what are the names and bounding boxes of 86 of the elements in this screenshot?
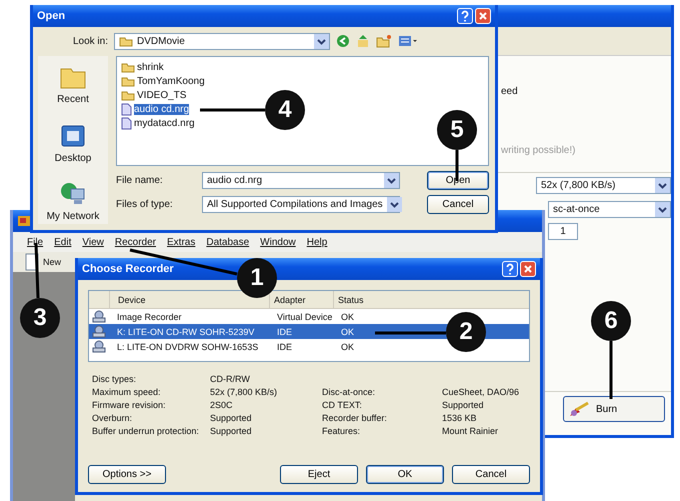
property-label: Maximum speed: [92, 387, 162, 397]
file-icon [121, 102, 132, 116]
property-label: Recorder buffer: [322, 413, 388, 423]
folder-icon [119, 36, 133, 46]
adapter-text: Virtual Device [277, 312, 334, 322]
eject-button[interactable]: Eject [280, 465, 358, 484]
file-icon [121, 116, 132, 130]
options-button[interactable]: Options >> [88, 465, 166, 484]
property-label: Buffer underrun protection: [92, 426, 200, 436]
property-value: CueSheet, DAO/96 [442, 387, 520, 397]
device-name: Image Recorder [116, 312, 183, 322]
app-icon [17, 214, 31, 228]
help-button[interactable] [457, 8, 473, 24]
network-computer-icon [58, 181, 87, 207]
toolbar-button[interactable]: New [43, 257, 62, 267]
note-text: writing possible!) [501, 145, 576, 156]
speed-dropdown[interactable]: 52x (7,800 KB/s) [536, 177, 671, 194]
list-entry[interactable]: shrink [121, 60, 164, 74]
menu-item[interactable]: Window [260, 236, 296, 248]
cancel-button[interactable]: Cancel [452, 465, 530, 484]
file-name-field[interactable]: audio cd.nrg [202, 172, 400, 189]
look-in-label: Look in: [72, 36, 108, 46]
write-method-dropdown[interactable]: sc-at-once [548, 201, 671, 218]
device-name: K: LITE-ON CD-RW SOHR-5239V [116, 326, 256, 336]
drive-icon [92, 340, 106, 353]
look-in-dropdown[interactable]: DVDMovie [114, 32, 330, 50]
menu-item[interactable]: Edit [54, 236, 72, 248]
close-button[interactable] [475, 8, 491, 24]
status-text: OK [341, 326, 356, 336]
burn-button[interactable]: Burn [563, 396, 665, 422]
leader-line [375, 332, 446, 334]
menu-item[interactable]: Extras [167, 236, 196, 248]
new-folder-icon[interactable] [376, 34, 392, 48]
menu-item[interactable]: Database [206, 236, 250, 248]
ok-button[interactable]: OK [366, 465, 444, 484]
status-text: OK [341, 312, 356, 322]
file-type-label: Files of type: [116, 199, 174, 210]
cancel-button[interactable]: Cancel [427, 195, 489, 214]
menu-item[interactable]: Recorder [114, 236, 156, 248]
property-value: 1536 KB [442, 413, 478, 423]
property-value: CD-R/RW [210, 374, 251, 384]
property-label: Firmware revision: [92, 400, 167, 410]
property-value: 52x (7,800 KB/s) [210, 387, 278, 397]
list-entry[interactable]: mydatacd.nrg [121, 116, 195, 130]
adapter-text: IDE [277, 342, 294, 352]
drive-icon [92, 310, 106, 323]
back-icon[interactable] [336, 34, 350, 48]
property-label: Disc types: [92, 374, 138, 384]
list-entry[interactable]: TomYamKoong [121, 74, 205, 88]
dialog-title: Choose Recorder [82, 263, 174, 275]
close-button[interactable] [520, 261, 536, 277]
view-menu-icon[interactable] [398, 34, 418, 48]
column-header[interactable]: Status [333, 291, 377, 308]
leader-line [610, 341, 612, 399]
dialog-title: Open [37, 10, 66, 22]
places-item[interactable]: Recent [57, 64, 89, 105]
burn-icon [568, 400, 590, 418]
status-text: OK [341, 342, 356, 352]
adapter-text: IDE [277, 326, 294, 336]
menu-item[interactable]: View [82, 236, 104, 248]
property-value: 2S0C [210, 400, 234, 410]
property-value: Supported [442, 400, 485, 410]
drive-icon [92, 325, 106, 338]
menu-item[interactable]: Help [306, 236, 328, 248]
property-value: Supported [210, 413, 253, 423]
folder-icon [121, 90, 135, 100]
property-label: Overburn: [92, 413, 134, 423]
help-button[interactable] [502, 261, 518, 277]
places-item[interactable]: My Network [46, 181, 100, 222]
leader-line [200, 108, 265, 112]
property-value: Mount Rainier [442, 426, 500, 436]
property-value: Supported [210, 426, 253, 436]
file-name-label: File name: [116, 175, 164, 186]
property-label: Features: [322, 426, 362, 436]
up-folder-icon[interactable] [356, 34, 370, 48]
list-entry[interactable]: VIDEO_TS [121, 88, 186, 102]
places-item[interactable]: Desktop [54, 122, 92, 164]
property-label: CD TEXT: [322, 400, 363, 410]
device-name: L: LITE-ON DVDRW SOHW-1653S [116, 342, 260, 352]
option-text: eed [501, 86, 518, 97]
folder-icon [121, 76, 135, 86]
property-label: Disc-at-once: [322, 387, 376, 397]
folder-icon [121, 62, 135, 72]
desktop-icon [59, 122, 87, 148]
copies-field[interactable]: 1 [548, 223, 578, 240]
file-type-dropdown[interactable]: All Supported Compilations and Images [202, 196, 400, 213]
